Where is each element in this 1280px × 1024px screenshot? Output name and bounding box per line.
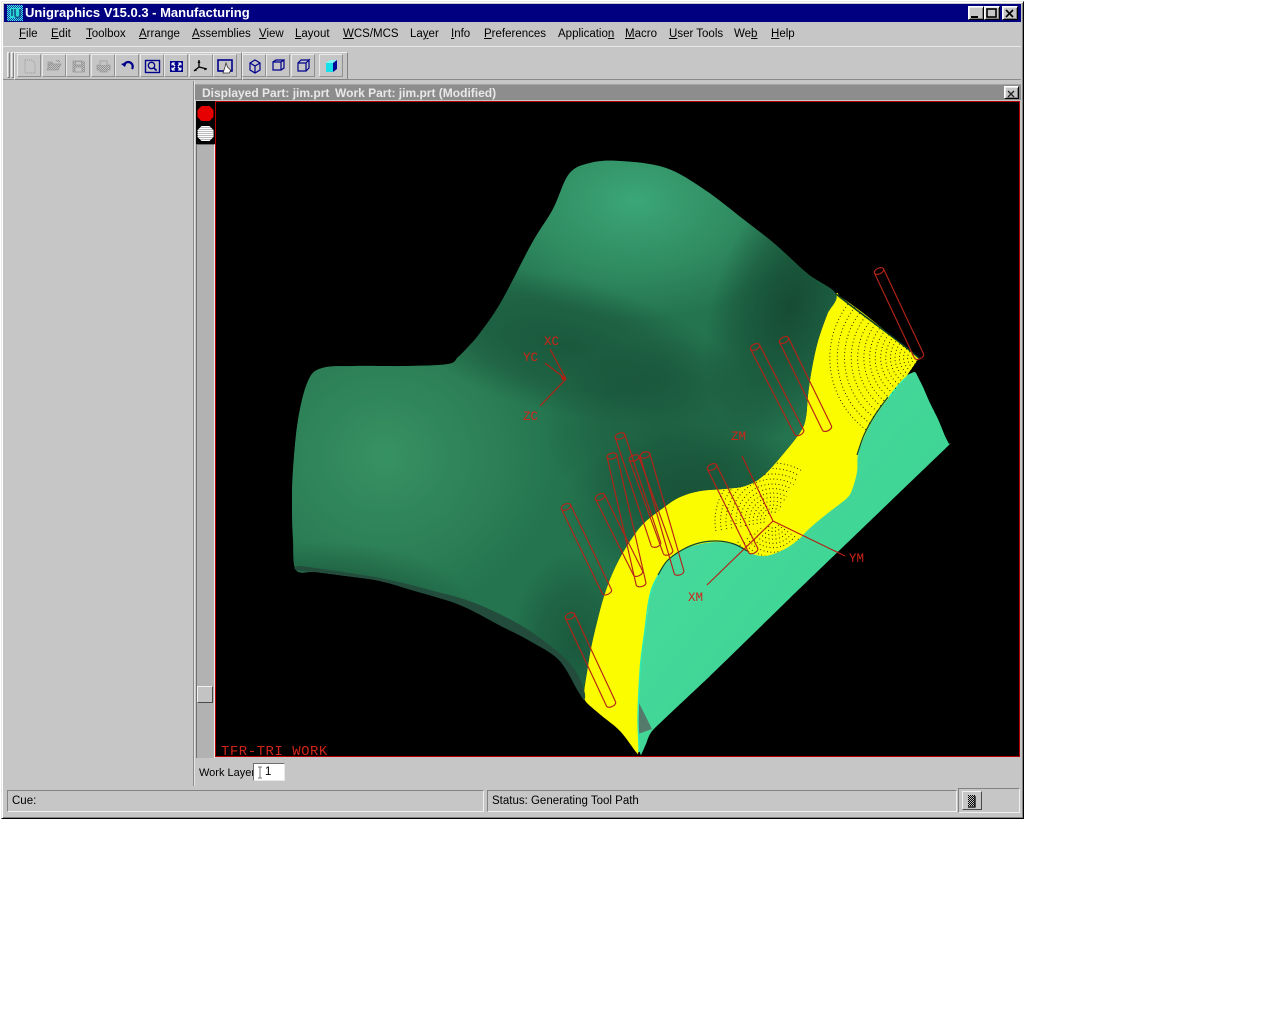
svg-text:TFR-TRI WORK: TFR-TRI WORK xyxy=(221,744,328,757)
svg-text:XM: XM xyxy=(688,591,703,605)
svg-text:XC: XC xyxy=(544,335,559,349)
svg-text:YM: YM xyxy=(849,552,864,566)
svg-text:ZC: ZC xyxy=(523,410,538,424)
svg-text:YC: YC xyxy=(523,351,538,365)
svg-text:ZM: ZM xyxy=(731,430,746,444)
